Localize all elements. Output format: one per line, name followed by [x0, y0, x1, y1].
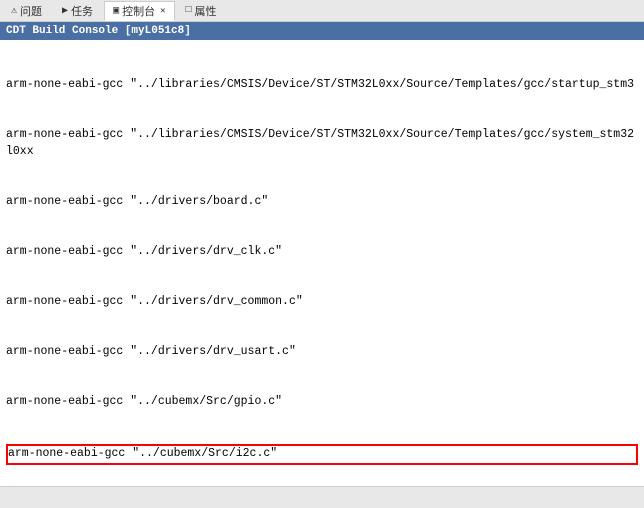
console-icon: ▣	[113, 5, 119, 17]
tasks-icon: ▶	[62, 5, 68, 17]
highlighted-line: arm-none-eabi-gcc "../cubemx/Src/i2c.c"	[6, 444, 638, 465]
list-item: arm-none-eabi-gcc "../drivers/drv_usart.…	[6, 344, 638, 361]
tab-console[interactable]: ▣ 控制台 ✕	[104, 1, 174, 21]
problems-icon: ⚠	[11, 5, 17, 17]
list-item: arm-none-eabi-gcc "../drivers/drv_clk.c"	[6, 244, 638, 261]
properties-icon: □	[186, 5, 192, 16]
tab-problems-label: 问题	[20, 3, 42, 19]
header-title: CDT Build Console [myL051c8]	[6, 25, 191, 37]
tab-tasks-label: 任务	[71, 3, 93, 19]
list-item: arm-none-eabi-gcc "../libraries/CMSIS/De…	[6, 127, 638, 160]
tab-tasks[interactable]: ▶ 任务	[53, 1, 102, 21]
tab-console-close[interactable]: ✕	[160, 6, 165, 16]
list-item: arm-none-eabi-gcc "../drivers/drv_common…	[6, 294, 638, 311]
status-bar	[0, 486, 644, 508]
console-area[interactable]: arm-none-eabi-gcc "../libraries/CMSIS/De…	[0, 40, 644, 486]
list-item: arm-none-eabi-gcc "../drivers/board.c"	[6, 194, 638, 211]
tab-problems[interactable]: ⚠ 问题	[2, 1, 51, 21]
list-item: arm-none-eabi-gcc "../cubemx/Src/gpio.c"	[6, 394, 638, 411]
tab-bar: ⚠ 问题 ▶ 任务 ▣ 控制台 ✕ □ 属性	[0, 0, 644, 22]
header-bar: CDT Build Console [myL051c8]	[0, 22, 644, 40]
tab-console-label: 控制台	[122, 3, 155, 19]
list-item: arm-none-eabi-gcc "../libraries/CMSIS/De…	[6, 77, 638, 94]
tab-properties[interactable]: □ 属性	[177, 1, 226, 21]
tab-properties-label: 属性	[195, 3, 217, 19]
